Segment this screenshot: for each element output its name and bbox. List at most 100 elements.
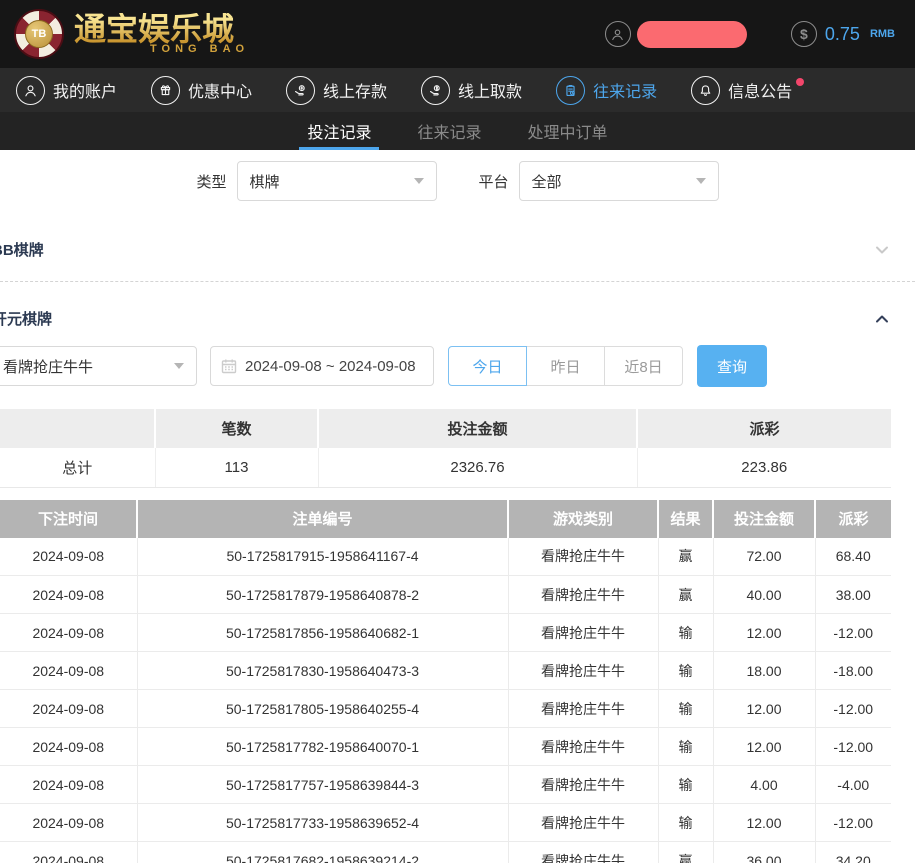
table-row: 2024-09-08 50-1725817757-1958639844-3 看牌… <box>0 766 891 804</box>
notification-dot <box>796 78 804 86</box>
cell-game: 看牌抢庄牛牛 <box>508 652 658 690</box>
poker-chip-icon: TB <box>14 9 64 59</box>
tab-pending-orders[interactable]: 处理中订单 <box>524 112 612 150</box>
cell-game: 看牌抢庄牛牛 <box>508 576 658 614</box>
cell-payout: 68.40 <box>815 538 891 576</box>
nav-item-withdraw[interactable]: 线上取款 <box>421 76 522 105</box>
section-kaiyuan-games[interactable]: 开元棋牌 <box>0 282 915 345</box>
summary-table: 笔数 投注金额 派彩 总计 113 2326.76 223.86 <box>0 409 891 488</box>
nav-item-transaction-records[interactable]: 往来记录 <box>556 76 657 105</box>
query-controls: 看牌抢庄牛牛 2024-09-08 ~ 2024-09-08 今日 昨日 近8日… <box>0 345 915 387</box>
table-row: 2024-09-08 50-1725817879-1958640878-2 看牌… <box>0 576 891 614</box>
table-row: 2024-09-08 50-1725817733-1958639652-4 看牌… <box>0 804 891 842</box>
cell-result: 赢 <box>658 538 713 576</box>
col-result: 结果 <box>658 500 713 538</box>
cell-game: 看牌抢庄牛牛 <box>508 690 658 728</box>
yesterday-button[interactable]: 昨日 <box>526 346 605 386</box>
bet-records-table: 下注时间 注单编号 游戏类别 结果 投注金额 派彩 2024-09-08 50-… <box>0 500 891 863</box>
cell-result: 输 <box>658 728 713 766</box>
chevron-up-icon <box>875 312 889 326</box>
balance-currency: RMB <box>870 28 895 40</box>
cell-result: 输 <box>658 766 713 804</box>
cell-date: 2024-09-08 <box>0 766 137 804</box>
cell-game: 看牌抢庄牛牛 <box>508 538 658 576</box>
wallet-balance[interactable]: $ 0.75 RMB <box>791 21 895 47</box>
brand-subtitle: TONG BAO <box>150 43 249 55</box>
chevron-down-icon <box>174 363 184 369</box>
cell-result: 赢 <box>658 842 713 863</box>
summary-header-blank <box>0 409 155 448</box>
type-select[interactable]: 棋牌 <box>237 161 437 201</box>
cell-payout: -4.00 <box>815 766 891 804</box>
table-row: 2024-09-08 50-1725817782-1958640070-1 看牌… <box>0 728 891 766</box>
cell-result: 赢 <box>658 576 713 614</box>
cell-date: 2024-09-08 <box>0 728 137 766</box>
filter-row: 类型 棋牌 平台 全部 <box>0 150 915 218</box>
summary-total-count: 113 <box>155 448 318 487</box>
summary-total-payout: 223.86 <box>637 448 891 487</box>
main-nav: 我的账户 优惠中心 线上存款 线上取款 往来记录 信息公告 <box>0 68 915 112</box>
nav-label: 优惠中心 <box>188 78 252 102</box>
summary-total-label: 总计 <box>0 448 155 487</box>
col-bet-id: 注单编号 <box>137 500 508 538</box>
section-title: 开元棋牌 <box>0 308 52 329</box>
nav-item-my-account[interactable]: 我的账户 <box>16 76 117 105</box>
cell-result: 输 <box>658 652 713 690</box>
record-tabs: 投注记录 往来记录 处理中订单 <box>0 112 915 150</box>
nav-item-announcements[interactable]: 信息公告 <box>691 76 792 105</box>
section-bb-games[interactable]: BB棋牌 <box>0 218 915 281</box>
nav-item-deposit[interactable]: 线上存款 <box>286 76 387 105</box>
nav-label: 我的账户 <box>53 78 117 102</box>
search-button[interactable]: 查询 <box>697 345 767 387</box>
chevron-down-icon <box>696 178 706 184</box>
today-button[interactable]: 今日 <box>448 346 527 386</box>
col-payout: 派彩 <box>815 500 891 538</box>
tab-transaction-records[interactable]: 往来记录 <box>413 112 485 150</box>
cell-bet-id: 50-1725817915-1958641167-4 <box>137 538 508 576</box>
cell-game: 看牌抢庄牛牛 <box>508 728 658 766</box>
bet-table-body: 2024-09-08 50-1725817915-1958641167-4 看牌… <box>0 538 891 863</box>
tab-bet-records[interactable]: 投注记录 <box>303 112 375 150</box>
calendar-icon <box>221 358 237 374</box>
summary-header-payout: 派彩 <box>637 409 891 448</box>
top-header: TB 通宝娱乐城 TONG BAO $ 0.75 RMB <box>0 0 915 68</box>
date-range-input[interactable]: 2024-09-08 ~ 2024-09-08 <box>210 346 434 386</box>
cell-bet-id: 50-1725817805-1958640255-4 <box>137 690 508 728</box>
cell-date: 2024-09-08 <box>0 614 137 652</box>
date-range-value: 2024-09-08 ~ 2024-09-08 <box>245 358 416 375</box>
table-row: 2024-09-08 50-1725817856-1958640682-1 看牌… <box>0 614 891 652</box>
cell-payout: -12.00 <box>815 690 891 728</box>
game-select[interactable]: 看牌抢庄牛牛 <box>0 346 197 386</box>
cell-amount: 12.00 <box>713 690 815 728</box>
user-icon <box>605 21 631 47</box>
cell-date: 2024-09-08 <box>0 576 137 614</box>
chevron-down-icon <box>414 178 424 184</box>
username-redacted <box>637 21 747 48</box>
cell-bet-id: 50-1725817830-1958640473-3 <box>137 652 508 690</box>
balance-amount: 0.75 <box>825 24 860 45</box>
summary-total-amount: 2326.76 <box>318 448 637 487</box>
cell-result: 输 <box>658 690 713 728</box>
cell-bet-id: 50-1725817733-1958639652-4 <box>137 804 508 842</box>
gift-icon <box>151 76 180 105</box>
user-account[interactable] <box>605 21 747 48</box>
dollar-icon: $ <box>791 21 817 47</box>
nav-label: 信息公告 <box>728 78 792 102</box>
summary-header-count: 笔数 <box>155 409 318 448</box>
withdraw-hand-coin-icon <box>421 76 450 105</box>
cell-game: 看牌抢庄牛牛 <box>508 842 658 863</box>
cell-result: 输 <box>658 614 713 652</box>
platform-select[interactable]: 全部 <box>519 161 719 201</box>
brand-logo[interactable]: TB 通宝娱乐城 TONG BAO <box>14 9 249 59</box>
cell-game: 看牌抢庄牛牛 <box>508 804 658 842</box>
nav-label: 线上存款 <box>323 78 387 102</box>
cell-amount: 4.00 <box>713 766 815 804</box>
nav-item-promotions[interactable]: 优惠中心 <box>151 76 252 105</box>
last-8-days-button[interactable]: 近8日 <box>604 346 683 386</box>
cell-amount: 40.00 <box>713 576 815 614</box>
chevron-down-icon <box>875 243 889 257</box>
table-row: 2024-09-08 50-1725817682-1958639214-2 看牌… <box>0 842 891 863</box>
quick-date-buttons: 今日 昨日 近8日 <box>448 346 683 386</box>
cell-amount: 12.00 <box>713 728 815 766</box>
summary-total-row: 总计 113 2326.76 223.86 <box>0 448 891 487</box>
